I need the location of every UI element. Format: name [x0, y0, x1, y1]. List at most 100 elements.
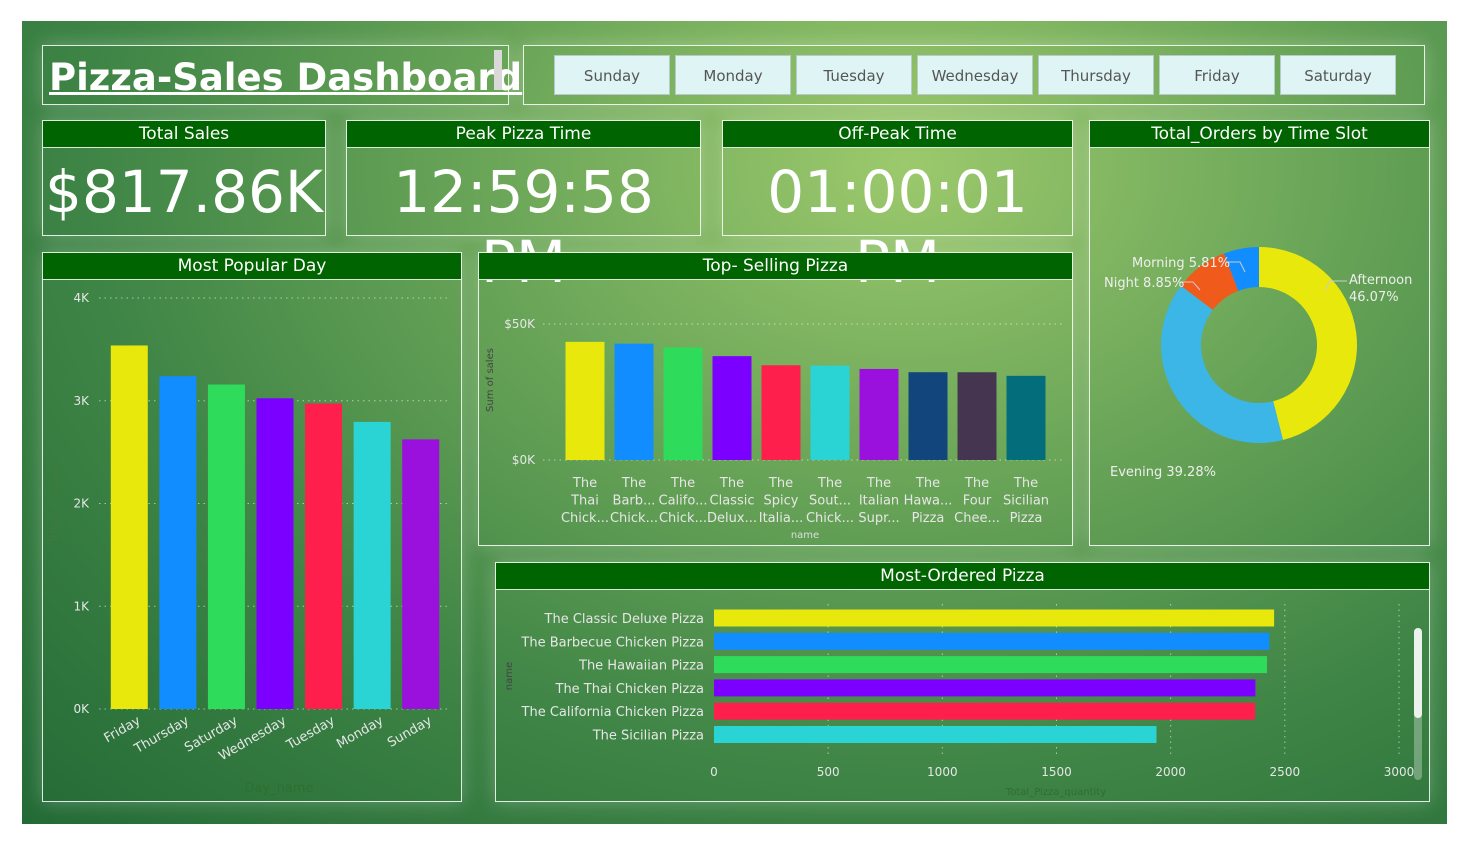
y-tick-label: 3K: [73, 394, 90, 408]
x-axis-title: Day_name: [244, 781, 313, 796]
bar-top-pizza-3: [663, 347, 703, 460]
x-axis-title: name: [791, 530, 819, 541]
y-tick-label: The California Chicken Pizza: [521, 705, 704, 720]
day-button-saturday[interactable]: Saturday: [1280, 55, 1396, 95]
bar-top-pizza-10: [1006, 375, 1046, 460]
day-button-monday[interactable]: Monday: [675, 55, 791, 95]
most-ordered-pizza-title: Most-Ordered Pizza: [496, 563, 1429, 590]
day-button-tuesday[interactable]: Tuesday: [796, 55, 912, 95]
y-tick-label: 4K: [73, 291, 90, 305]
x-tick-label: The Califo... Chick...: [659, 476, 708, 526]
day-button-friday[interactable]: Friday: [1159, 55, 1275, 95]
x-tick-label: The Sout... Chick...: [806, 476, 854, 526]
x-tick-label: The Classic Delux...: [707, 476, 757, 526]
x-axis-title: Total_Pizza_quantity: [1005, 787, 1106, 798]
bar-sunday: [402, 439, 440, 709]
time-slot-title: Total_Orders by Time Slot: [1090, 121, 1429, 148]
day-button-sunday[interactable]: Sunday: [554, 55, 670, 95]
x-tick-label: 0: [710, 765, 718, 779]
y-tick-label: The Hawaiian Pizza: [578, 659, 704, 674]
bar-top-pizza-1: [565, 341, 605, 460]
most-popular-day-panel: Most Popular Day 0K 1K 2K 3K 4K Friday Thursda…: [42, 252, 462, 802]
y-tick-label: $50K: [504, 317, 536, 331]
bar-top-pizza-9: [957, 372, 997, 460]
x-tick-label: The Spicy Italia...: [759, 476, 803, 526]
y-tick-label: 2K: [73, 497, 90, 511]
bar-top-pizza-4: [712, 356, 752, 460]
top-selling-pizza-panel: Top- Selling Pizza $0K $50K The Thai Chick..…: [478, 252, 1073, 546]
bar-top-pizza-5: [761, 365, 801, 460]
day-button-wednesday[interactable]: Wednesday: [917, 55, 1033, 95]
x-tick-label: 2500: [1270, 765, 1301, 779]
x-tick-label: The Sicilian Pizza: [1003, 476, 1049, 526]
bar-ordered-5: [714, 702, 1256, 720]
x-tick-label: 2000: [1155, 765, 1186, 779]
dashboard-title: Pizza-Sales Dashboard: [49, 56, 523, 99]
x-tick-label: The Thai Chick...: [561, 476, 609, 526]
kpi-peak-time: Peak Pizza Time 12:59:58 PM: [346, 120, 701, 296]
most-ordered-pizza-chart: 0 500 1000 1500 2000 2500 3000 The Classic Delu…: [504, 604, 1422, 798]
x-tick-label: The Barb... Chick...: [610, 476, 658, 526]
kpi-offpeak-time: Off-Peak Time 01:00:01 PM: [722, 120, 1073, 296]
bar-top-pizza-7: [859, 368, 899, 460]
bar-top-pizza-2: [614, 343, 654, 460]
y-tick-label: 0K: [73, 702, 90, 716]
bar-top-pizza-8: [908, 372, 948, 460]
day-slicer: Sunday Monday Tuesday Wednesday Thursday…: [523, 45, 1425, 105]
label-afternoon-pct: 46.07%: [1349, 290, 1399, 305]
donut-slice-evening: [1161, 285, 1283, 443]
label-evening: Evening 39.28%: [1110, 465, 1216, 480]
x-tick-label: The Four Chee...: [954, 476, 1000, 526]
top-selling-pizza-title: Top- Selling Pizza: [479, 253, 1072, 280]
most-popular-day-chart: 0K1K2K3K4KFridayThursdaySaturdayWednesda…: [48, 291, 451, 796]
x-tick-label: 1500: [1041, 765, 1072, 779]
bar-ordered-6: [714, 726, 1157, 743]
bar-top-pizza-6: [810, 365, 850, 460]
bar-monday: [353, 421, 391, 709]
kpi-total-sales: Total Sales $817.86K: [42, 120, 326, 236]
x-tick-label: The Hawa... Pizza: [904, 476, 953, 526]
bar-ordered-3: [714, 656, 1268, 674]
x-tick-label: Sunday: [385, 713, 435, 750]
bar-friday: [110, 345, 148, 709]
day-button-thursday[interactable]: Thursday: [1038, 55, 1154, 95]
top-selling-pizza-chart: $0K $50K The Thai Chick...The Barb... Chick...…: [485, 317, 1065, 541]
bar-saturday: [207, 384, 245, 709]
most-popular-day-title: Most Popular Day: [43, 253, 461, 280]
bar-ordered-4: [714, 679, 1256, 697]
scrollbar-thumb[interactable]: [1414, 628, 1422, 718]
bar-wednesday: [256, 398, 294, 709]
y-tick-label: The Classic Deluxe Pizza: [544, 612, 704, 627]
y-axis-title: Total_Orders: [48, 463, 63, 545]
x-tick-label: 1000: [927, 765, 958, 779]
most-ordered-pizza-panel: Most-Ordered Pizza 0 500 1000 1500 2000 2500 3…: [495, 562, 1430, 802]
time-slot-donut-chart: Afternoon 46.07% Evening 39.28% Night 8.85%…: [1104, 247, 1412, 480]
x-tick-label: Thursday: [131, 713, 192, 757]
bar-tuesday: [305, 403, 343, 709]
label-night: Night 8.85%: [1104, 276, 1184, 291]
y-axis-title: name: [504, 662, 515, 690]
title-panel: Pizza-Sales Dashboard: [42, 45, 522, 105]
kpi-total-sales-title: Total Sales: [43, 121, 325, 148]
y-tick-label: 1K: [73, 599, 90, 613]
label-morning: Morning 5.81%: [1132, 256, 1230, 271]
y-tick-label: $0K: [512, 453, 536, 467]
x-tick-label: The Italian Supr...: [858, 476, 899, 526]
x-tick-label: Monday: [334, 713, 386, 752]
kpi-peak-time-title: Peak Pizza Time: [347, 121, 700, 148]
y-tick-label: The Sicilian Pizza: [592, 729, 704, 744]
x-tick-label: 500: [817, 765, 840, 779]
y-axis-title: Sum of sales: [485, 348, 496, 412]
label-afternoon: Afternoon: [1349, 273, 1412, 288]
x-tick-label: 3000: [1384, 765, 1415, 779]
time-slot-panel: Total_Orders by Time Slot Afternoon 46.07…: [1089, 120, 1430, 546]
dashboard-canvas: Pizza-Sales Dashboard Sunday Monday Tues…: [22, 21, 1447, 824]
title-scroll-marker: [494, 50, 502, 90]
y-tick-label: The Barbecue Chicken Pizza: [520, 635, 704, 650]
y-tick-label: The Thai Chicken Pizza: [555, 682, 705, 697]
kpi-total-sales-value: $817.86K: [45, 158, 323, 226]
x-tick-label: Tuesday: [283, 713, 337, 753]
bar-ordered-2: [714, 632, 1270, 650]
bar-ordered-1: [714, 609, 1275, 627]
kpi-offpeak-time-title: Off-Peak Time: [723, 121, 1072, 148]
